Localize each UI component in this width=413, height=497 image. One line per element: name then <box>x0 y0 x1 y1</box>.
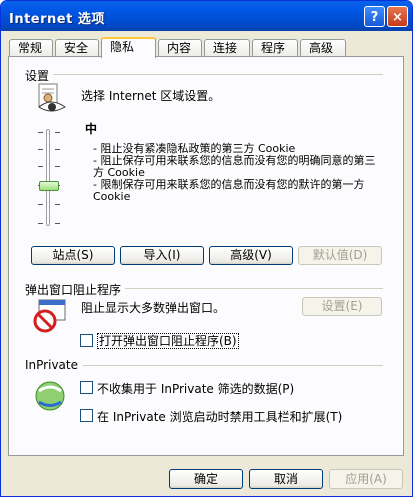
popup-settings-button[interactable]: 设置(E) <box>302 297 382 316</box>
settings-section-title: 设置 <box>25 69 50 83</box>
slider-tick <box>38 223 43 224</box>
settings-description: 选择 Internet 区域设置。 <box>81 89 221 103</box>
popup-description: 阻止显示大多数弹出窗口。 <box>81 301 226 315</box>
inprivate-section-title: InPrivate <box>25 358 78 372</box>
tab-advanced[interactable]: 高级 <box>300 39 346 57</box>
title-bar[interactable]: Internet 选项 ? × <box>1 1 412 31</box>
tab-content[interactable]: 内容 <box>158 39 202 57</box>
privacy-settings-icon <box>38 83 66 112</box>
tab-programs[interactable]: 程序 <box>252 39 298 57</box>
privacy-level-label: 中 <box>85 122 98 136</box>
popup-divider <box>125 288 383 289</box>
tab-general[interactable]: 常规 <box>9 39 53 57</box>
slider-tick <box>38 204 43 205</box>
slider-tick <box>55 166 60 167</box>
inprivate-filter-checkbox[interactable] <box>80 381 93 394</box>
slider-thumb[interactable] <box>39 181 59 191</box>
slider-tick <box>38 149 43 150</box>
tab-security[interactable]: 安全 <box>55 39 99 57</box>
cancel-button[interactable]: 取消 <box>249 469 323 489</box>
slider-tick <box>55 204 60 205</box>
help-button[interactable]: ? <box>364 6 385 27</box>
slider-tick <box>55 149 60 150</box>
popup-section-title: 弹出窗口阻止程序 <box>25 283 122 297</box>
popup-blocker-checkbox[interactable] <box>80 334 93 347</box>
tab-connections[interactable]: 连接 <box>204 39 250 57</box>
privacy-level-slider[interactable] <box>46 129 50 226</box>
slider-tick <box>55 223 60 224</box>
apply-button[interactable]: 应用(A) <box>329 469 403 489</box>
window-title: Internet 选项 <box>9 12 105 27</box>
inprivate-toolbars-checkbox[interactable] <box>80 409 93 422</box>
inprivate-icon <box>35 381 65 411</box>
ok-button[interactable]: 确定 <box>169 469 243 489</box>
inprivate-filter-label[interactable]: 不收集用于 InPrivate 筛选的数据(P) <box>97 380 294 397</box>
import-button[interactable]: 导入(I) <box>120 246 204 265</box>
inprivate-toolbars-label[interactable]: 在 InPrivate 浏览启动时禁用工具栏和扩展(T) <box>97 408 342 425</box>
advanced-button[interactable]: 高级(V) <box>209 246 293 265</box>
close-button[interactable]: × <box>387 6 408 27</box>
privacy-rule-3: - 限制保存可用来联系您的信息而没有您的默许的第一方 Cookie <box>93 178 365 203</box>
slider-tick <box>55 132 60 133</box>
sites-button[interactable]: 站点(S) <box>31 246 115 265</box>
popup-blocker-label[interactable]: 打开弹出窗口阻止程序(B) <box>97 333 239 349</box>
settings-divider <box>53 74 383 75</box>
internet-options-dialog: Internet 选项 ? × 常规 安全 隐私 内容 连接 程序 高级 设置 … <box>0 0 413 497</box>
default-button[interactable]: 默认值(D) <box>298 246 382 265</box>
slider-tick <box>38 166 43 167</box>
slider-tick <box>38 132 43 133</box>
privacy-rule-2: - 阻止保存可用来联系您的信息而没有您的明确同意的第三方 Cookie <box>93 154 376 179</box>
popup-blocker-icon <box>33 299 66 333</box>
tab-privacy[interactable]: 隐私 <box>101 37 156 58</box>
inprivate-divider <box>83 365 383 366</box>
